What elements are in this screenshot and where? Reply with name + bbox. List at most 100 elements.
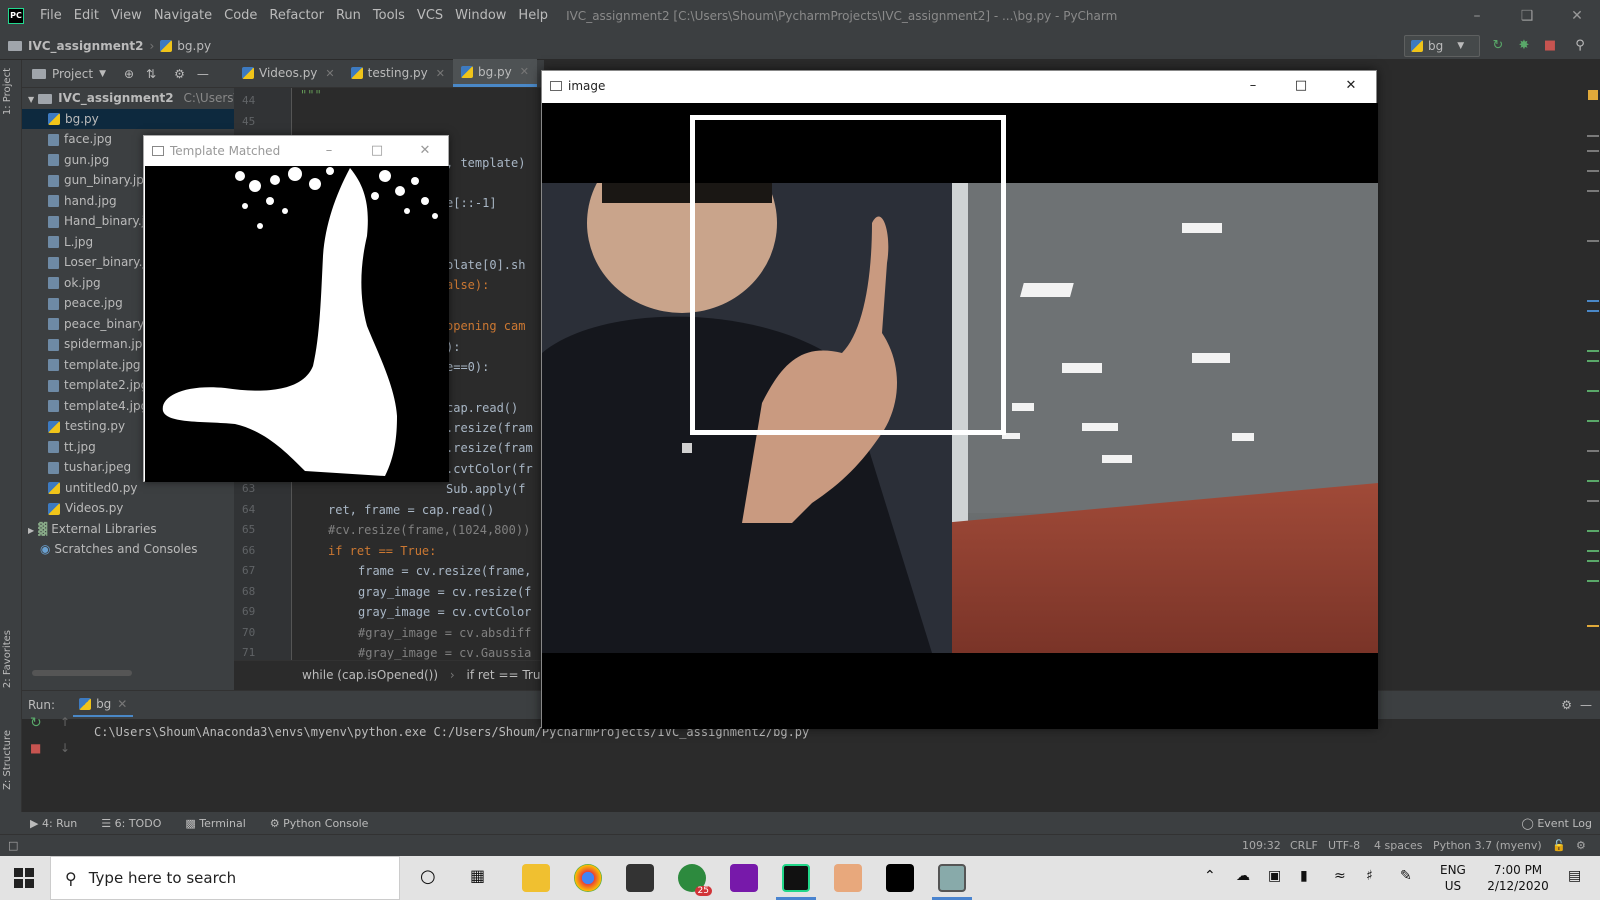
scroll-marker[interactable] [1587,420,1599,422]
chevron-up-icon[interactable]: ⌃ [1204,868,1216,884]
tree-external-libraries[interactable]: ▶ ▓ External Libraries [22,519,234,540]
scroll-marker[interactable] [1587,240,1599,242]
editor-tab[interactable]: Videos.py ✕ [234,59,343,87]
file-encoding[interactable]: UTF-8 [1328,839,1360,852]
gear-icon[interactable]: ⚙ [1561,698,1572,712]
scroll-marker[interactable] [1587,480,1599,482]
notifications-icon[interactable]: ▤ [1568,868,1581,884]
scroll-marker[interactable] [1587,135,1599,137]
debug-icon[interactable]: ✸ [1516,38,1532,54]
hide-icon[interactable]: — [197,67,209,81]
windows-start-icon[interactable] [14,868,34,888]
collapse-icon[interactable]: ⇅ [146,67,156,81]
close-tab-icon[interactable]: ✕ [520,65,529,78]
line-separator[interactable]: CRLF [1290,839,1318,852]
tab-python-console[interactable]: ⚙ Python Console [270,817,369,830]
chevron-down-icon[interactable]: ▼ [99,69,106,79]
tree-file[interactable]: Videos.py [22,498,234,519]
tab-todo[interactable]: ☰ 6: TODO [101,817,161,830]
python-interpreter[interactable]: Python 3.7 (myenv) [1433,839,1542,852]
language-indicator[interactable]: ENG US [1440,862,1466,894]
cursor-position[interactable]: 109:32 [1242,839,1281,852]
indent-setting[interactable]: 4 spaces [1374,839,1423,852]
close-tab-icon[interactable]: ✕ [325,67,334,80]
tree-scratches[interactable]: ◉ Scratches and Consoles [22,539,234,560]
stop-icon[interactable]: ■ [1542,38,1558,54]
scroll-marker[interactable] [1587,190,1599,192]
editor-tab[interactable]: bg.py ✕ [452,59,537,87]
close-tab-icon[interactable]: ✕ [117,697,127,711]
onenote-icon[interactable] [730,864,758,892]
scroll-marker[interactable] [1587,560,1599,562]
scroll-marker[interactable] [1587,500,1599,502]
tree-root[interactable]: ▼ IVC_assignment2 C:\Users\Shoum [22,88,234,109]
whatsapp-icon[interactable]: 25 [678,864,712,896]
menu-vcs[interactable]: VCS [411,0,449,32]
maximize-icon[interactable]: □ [354,136,400,166]
scroll-marker[interactable] [1587,350,1599,352]
menu-refactor[interactable]: Refactor [263,0,330,32]
paint-icon[interactable] [834,864,862,892]
lock-icon[interactable]: 🔓 [1552,839,1566,852]
locate-icon[interactable]: ⊕ [124,67,134,81]
minimize-icon[interactable]: – [306,136,352,166]
opencv-window-icon[interactable] [938,864,966,892]
close-icon[interactable]: ✕ [1554,0,1600,32]
menu-view[interactable]: View [105,0,148,32]
minimize-icon[interactable]: – [1454,0,1500,32]
close-icon[interactable]: ✕ [402,136,448,166]
task-view-icon[interactable]: ▦ [470,866,485,885]
file-explorer-icon[interactable] [522,864,550,892]
onedrive-icon[interactable]: ☁ [1236,868,1250,884]
gear-icon[interactable]: ⚙ [174,67,185,81]
rerun-icon[interactable]: ↻ [30,715,42,731]
cortana-icon[interactable]: ○ [420,866,436,887]
menu-run[interactable]: Run [330,0,367,32]
pycharm-icon[interactable] [782,864,810,892]
restore-icon[interactable]: ❑ [1504,0,1550,32]
status-icon[interactable]: □ [8,839,18,852]
menu-navigate[interactable]: Navigate [148,0,218,32]
scroll-marker[interactable] [1587,450,1599,452]
tab-project[interactable]: 1: Project [2,68,13,115]
close-icon[interactable]: ✕ [1328,71,1374,101]
inspector-icon[interactable]: ⚙ [1576,839,1586,852]
scroll-marker[interactable] [1587,580,1599,582]
tab-structure[interactable]: Z: Structure [2,730,13,790]
project-panel-title[interactable]: Project [52,67,93,81]
breadcrumb-file[interactable]: bg.py [160,39,211,53]
scroll-marker[interactable] [1587,360,1599,362]
breadcrumb-if[interactable]: if ret == True [467,668,548,682]
menu-file[interactable]: File [34,0,68,32]
arrow-down-icon[interactable]: ↓ [60,741,70,755]
scroll-marker[interactable] [1587,150,1599,152]
scroll-marker[interactable] [1587,625,1599,627]
mail-icon[interactable] [626,864,654,892]
tab-terminal[interactable]: ▩ Terminal [185,817,245,830]
event-log[interactable]: ◯ Event Log [1522,817,1592,830]
image-window-titlebar[interactable]: image – □ ✕ [542,71,1376,101]
menu-edit[interactable]: Edit [68,0,105,32]
volume-muted-icon[interactable]: ♯ [1366,868,1373,884]
hide-icon[interactable]: — [1580,698,1592,712]
close-tab-icon[interactable]: ✕ [436,67,445,80]
rerun-icon[interactable]: ↻ [1490,38,1506,54]
scroll-marker[interactable] [1587,310,1599,312]
minimize-icon[interactable]: – [1230,71,1276,101]
photos-icon[interactable] [886,864,914,892]
breadcrumb-project[interactable]: IVC_assignment2 [8,39,143,53]
breadcrumb-while[interactable]: while (cap.isOpened()) [302,668,438,682]
run-tab-bg[interactable]: bg ✕ [73,693,134,717]
tab-favorites[interactable]: 2: Favorites [2,630,13,688]
chrome-icon[interactable] [574,864,602,892]
run-config-dropdown[interactable]: bg ▼ [1404,35,1480,57]
tree-file[interactable]: bg.py [22,108,234,129]
stop-icon[interactable]: ■ [30,741,41,755]
menu-code[interactable]: Code [218,0,263,32]
clock[interactable]: 7:00 PM 2/12/2020 [1478,862,1558,894]
menu-window[interactable]: Window [449,0,512,32]
arrow-up-icon[interactable]: ↑ [60,715,70,729]
template-window-titlebar[interactable]: Template Matched – □ ✕ [144,136,448,166]
search-icon[interactable]: ⚲ [1572,38,1588,54]
maximize-icon[interactable]: □ [1278,71,1324,101]
